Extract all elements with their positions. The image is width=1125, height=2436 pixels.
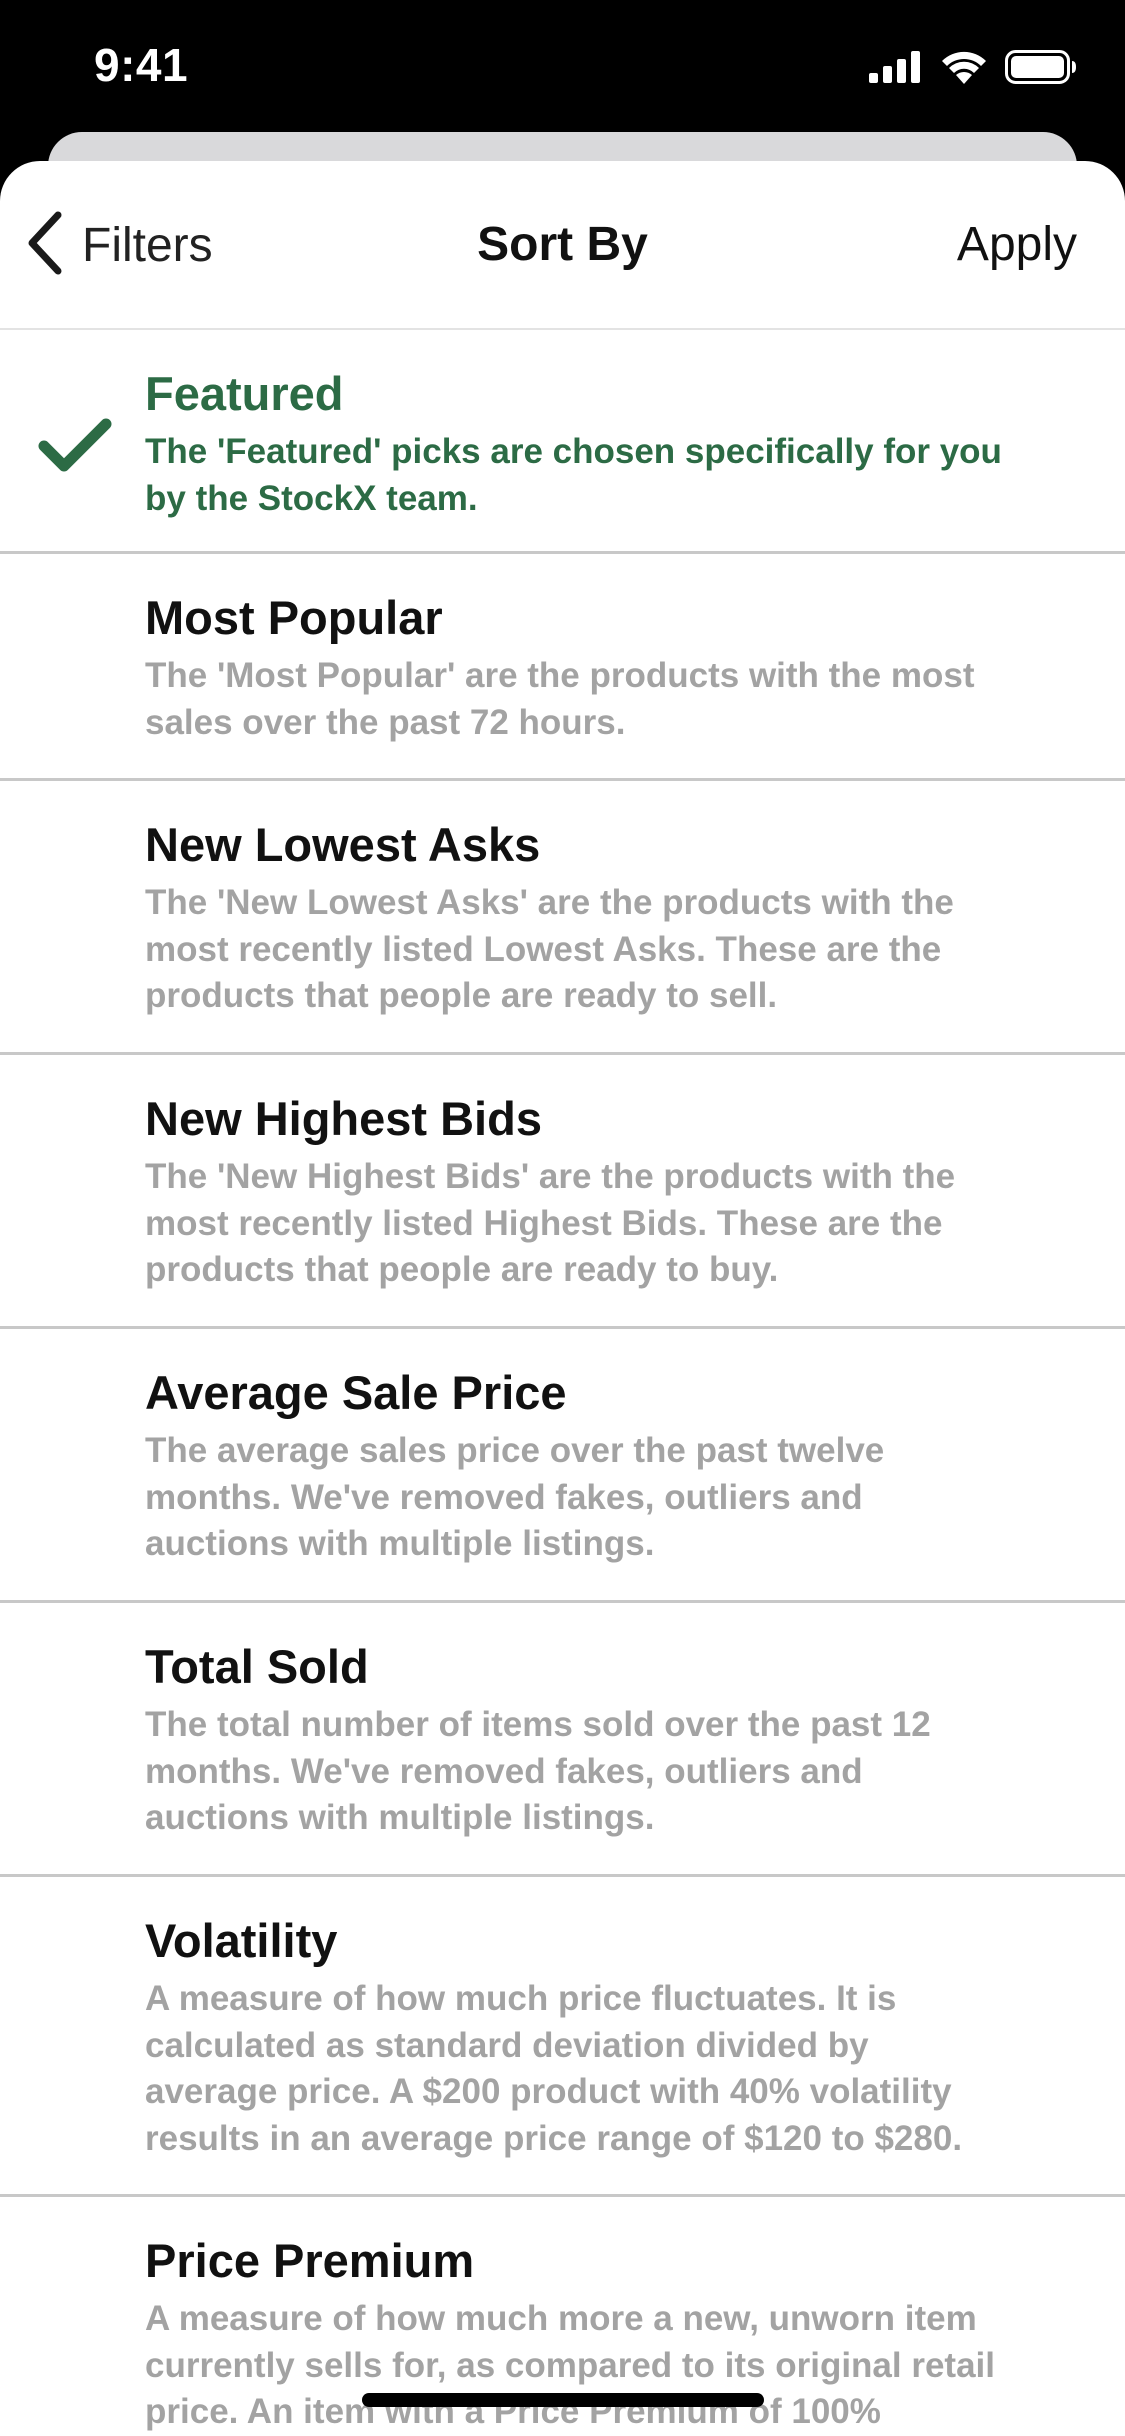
sort-option-description: The 'Featured' picks are chosen specific… bbox=[145, 429, 1065, 522]
description-line: products that people are ready to buy. bbox=[145, 1250, 779, 1289]
sort-option-description: The 'New Lowest Asks' are the products w… bbox=[145, 880, 1065, 1020]
sort-option-title: New Highest Bids bbox=[145, 1092, 542, 1145]
sort-option-description: A measure of how much price fluctuates. … bbox=[145, 1976, 1065, 2162]
description-line: The 'New Highest Bids' are the products … bbox=[145, 1157, 956, 1196]
description-line: A measure of how much more a new, unworn… bbox=[145, 2299, 977, 2338]
description-line: A measure of how much price fluctuates. … bbox=[145, 1979, 897, 2018]
status-icons bbox=[869, 50, 1077, 89]
sort-option-description: The average sales price over the past tw… bbox=[145, 1428, 1065, 1568]
description-line: calculated as standard deviation divided… bbox=[145, 2025, 869, 2065]
description-line: most recently listed Highest Bids. These… bbox=[145, 1203, 943, 1243]
checkmark-icon bbox=[38, 418, 112, 479]
sort-option-featured[interactable]: Featured The 'Featured' picks are chosen … bbox=[0, 330, 1125, 554]
nav-bar: Filters Sort By Apply bbox=[0, 161, 1125, 330]
sort-option-average-sale-price[interactable]: Average Sale Price The average sales pric… bbox=[0, 1329, 1125, 1603]
sort-sheet: Filters Sort By Apply Featured The 'Featu… bbox=[0, 161, 1125, 2436]
sort-option-volatility[interactable]: Volatility A measure of how much price fl… bbox=[0, 1877, 1125, 2197]
description-line: The 'New Lowest Asks' are the products w… bbox=[145, 883, 954, 922]
description-line: The total number of items sold over the … bbox=[145, 1705, 931, 1744]
description-line: average price. A $200 product with 40% v… bbox=[145, 2072, 952, 2111]
sort-option-title: Average Sale Price bbox=[145, 1366, 567, 1419]
apply-button[interactable]: Apply bbox=[957, 217, 1077, 272]
status-bar: 9:41 bbox=[0, 0, 1125, 140]
sort-option-title: New Lowest Asks bbox=[145, 818, 541, 871]
battery-icon bbox=[1005, 50, 1077, 89]
sort-option-new-highest-bids[interactable]: New Highest Bids The 'New Highest Bids' a… bbox=[0, 1055, 1125, 1329]
sort-option-description: The 'New Highest Bids' are the products … bbox=[145, 1154, 1065, 1294]
screen: 9:41 Filters Sort By Apply Featured The … bbox=[0, 0, 1125, 2436]
sort-option-title: Featured bbox=[145, 367, 344, 420]
sort-option-title: Volatility bbox=[145, 1914, 338, 1967]
description-line: results in an average price range of $12… bbox=[145, 2118, 963, 2158]
sort-option-title: Most Popular bbox=[145, 591, 443, 644]
sort-option-description: The total number of items sold over the … bbox=[145, 1702, 1065, 1842]
description-line: months. We've removed fakes, outliers an… bbox=[145, 1751, 863, 1791]
description-line: The 'Most Popular' are the products with… bbox=[145, 656, 975, 695]
sort-option-title: Total Sold bbox=[145, 1640, 369, 1693]
description-line: auctions with multiple listings. bbox=[145, 1798, 655, 1837]
wifi-icon bbox=[941, 50, 987, 89]
description-line: sales over the past 72 hours. bbox=[145, 702, 626, 742]
description-line: The average sales price over the past tw… bbox=[145, 1431, 885, 1470]
sort-option-most-popular[interactable]: Most Popular The 'Most Popular' are the p… bbox=[0, 554, 1125, 781]
description-line: months. We've removed fakes, outliers an… bbox=[145, 1477, 863, 1517]
description-line: currently sells for, as compared to its … bbox=[145, 2345, 995, 2385]
sort-option-title: Price Premium bbox=[145, 2234, 475, 2287]
sort-options-list: Featured The 'Featured' picks are chosen … bbox=[0, 330, 1125, 2436]
sort-option-new-lowest-asks[interactable]: New Lowest Asks The 'New Lowest Asks' are… bbox=[0, 781, 1125, 1055]
description-line: most recently listed Lowest Asks. These … bbox=[145, 929, 942, 969]
description-line: products that people are ready to sell. bbox=[145, 976, 778, 1015]
status-time: 9:41 bbox=[94, 39, 189, 91]
description-line: by the StockX team. bbox=[145, 478, 478, 518]
home-indicator[interactable] bbox=[362, 2393, 764, 2407]
description-line: The 'Featured' picks are chosen specific… bbox=[145, 432, 1002, 471]
cellular-signal-icon bbox=[869, 51, 923, 88]
sort-option-description: A measure of how much more a new, unworn… bbox=[145, 2296, 1065, 2436]
sort-option-total-sold[interactable]: Total Sold The total number of items sold… bbox=[0, 1603, 1125, 1877]
description-line: auctions with multiple listings. bbox=[145, 1524, 655, 1563]
sort-option-description: The 'Most Popular' are the products with… bbox=[145, 653, 1065, 746]
